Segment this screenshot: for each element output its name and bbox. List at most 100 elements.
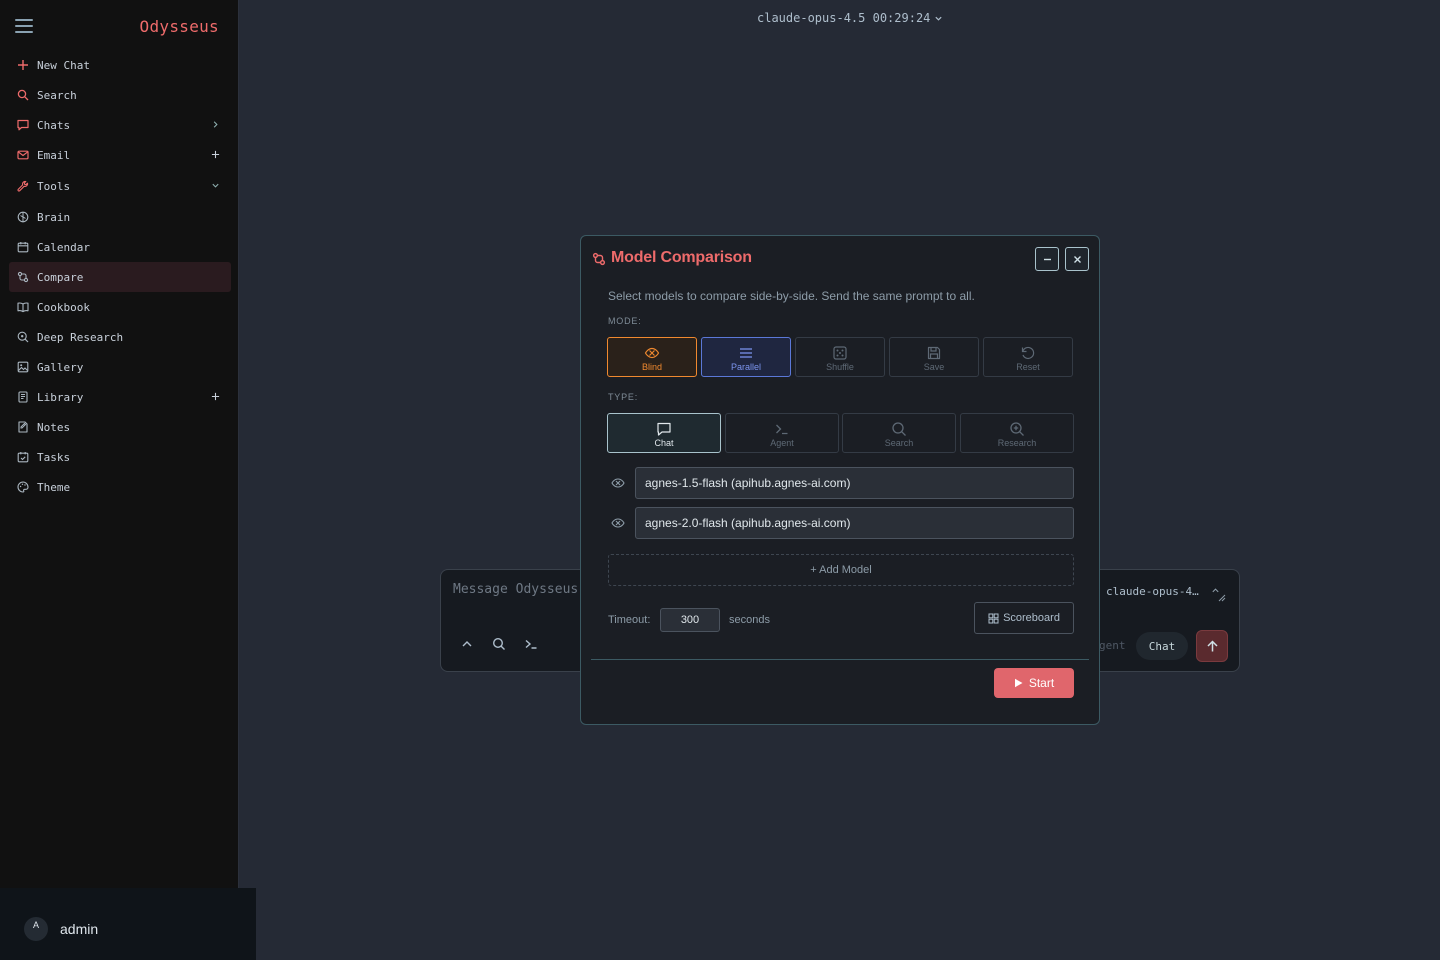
search-icon [892, 422, 906, 436]
minus-icon [1043, 258, 1051, 260]
sidebar-item-label: Deep Research [37, 330, 124, 344]
minimize-button[interactable] [1035, 247, 1059, 271]
grid-icon [988, 613, 999, 623]
username[interactable]: admin [60, 921, 98, 937]
wrench-icon [16, 179, 30, 193]
sidebar-item-deep-research[interactable]: Deep Research [9, 322, 231, 352]
type-agent-button[interactable]: Agent [725, 413, 839, 453]
mode-shuffle-button[interactable]: Shuffle [795, 337, 885, 377]
scoreboard-button[interactable]: Scoreboard [974, 602, 1074, 634]
save-icon [927, 346, 941, 360]
plus-icon [16, 58, 30, 72]
resize-handle-icon[interactable] [1218, 594, 1226, 602]
close-icon [1073, 255, 1081, 263]
brain-icon [16, 210, 30, 224]
sidebar-item-chats[interactable]: Chats [9, 110, 231, 140]
eye-off-icon [644, 347, 660, 359]
model-2-input[interactable] [635, 507, 1074, 539]
arrow-up-icon [1206, 639, 1218, 651]
search-icon [16, 88, 30, 102]
sidebar-item-label: Chats [37, 118, 71, 132]
library-icon [16, 390, 30, 404]
compare-icon [592, 252, 606, 266]
sidebar-item-calendar[interactable]: Calendar [9, 232, 231, 262]
calendar-icon [16, 240, 30, 254]
message-input[interactable]: Message Odysseus [453, 582, 578, 597]
chevron-right-icon[interactable] [210, 118, 220, 130]
type-label: TYPE: [608, 392, 639, 402]
chat-icon [657, 422, 671, 436]
chevron-down-icon[interactable] [210, 179, 220, 191]
sidebar-item-brain[interactable]: Brain [9, 202, 231, 232]
sidebar-header: Odysseus [0, 0, 239, 54]
dialog-description: Select models to compare side-by-side. S… [608, 289, 975, 303]
sidebar-item-label: Notes [37, 420, 71, 434]
play-icon [1014, 678, 1023, 688]
model-selector-label: claude-opus-4.5 00:29:24 [757, 11, 931, 25]
eye-off-icon[interactable] [611, 476, 625, 490]
mail-icon [16, 148, 30, 162]
sidebar-item-tasks[interactable]: Tasks [9, 442, 231, 472]
timeout-input[interactable] [660, 608, 720, 632]
sidebar-item-label: Tasks [37, 450, 71, 464]
composer-model-selector[interactable]: claude-opus-4… [1106, 585, 1199, 598]
expand-button[interactable] [459, 636, 475, 652]
terminal-icon [776, 424, 788, 435]
sidebar-item-label: Cookbook [37, 300, 90, 314]
start-label: Start [1028, 676, 1055, 690]
mode-agent-option[interactable]: gent [1099, 639, 1126, 652]
model-selector[interactable]: claude-opus-4.5 00:29:24 [757, 11, 943, 25]
sidebar-item-label: Library [37, 390, 84, 404]
sidebar-item-tools[interactable]: Tools [9, 171, 231, 201]
dice-icon [833, 346, 847, 360]
seconds-label: seconds [729, 614, 770, 626]
type-chat-button[interactable]: Chat [607, 413, 721, 453]
sidebar-item-theme[interactable]: Theme [9, 472, 231, 502]
search-icon [492, 637, 505, 650]
type-label-text: Research [997, 438, 1037, 448]
sidebar-item-gallery[interactable]: Gallery [9, 352, 231, 382]
mode-label-text: Save [923, 362, 945, 372]
type-label-text: Chat [654, 438, 674, 448]
avatar[interactable]: A [24, 917, 48, 941]
send-button[interactable] [1196, 630, 1228, 662]
mode-parallel-button[interactable]: Parallel [701, 337, 791, 377]
sidebar-item-notes[interactable]: Notes [9, 412, 231, 442]
sidebar-item-new-chat[interactable]: New Chat [9, 50, 231, 80]
plus-icon[interactable] [210, 390, 220, 402]
brand-title: Odysseus [139, 17, 219, 36]
type-research-button[interactable]: Research [960, 413, 1074, 453]
palette-icon [16, 480, 30, 494]
mode-label-text: Parallel [730, 362, 761, 372]
mode-save-button[interactable]: Save [889, 337, 979, 377]
sidebar-item-compare[interactable]: Compare [9, 262, 231, 292]
sidebar-item-label: Search [37, 88, 77, 102]
mode-chat-option[interactable]: Chat [1136, 632, 1188, 660]
sidebar-item-label: Compare [37, 270, 84, 284]
sidebar-item-label: Gallery [37, 360, 84, 374]
chat-icon [16, 118, 30, 132]
divider [591, 659, 1089, 660]
sidebar-item-search[interactable]: Search [9, 80, 231, 110]
add-model-button[interactable]: + Add Model [608, 554, 1074, 586]
model-1-input[interactable] [635, 467, 1074, 499]
sidebar-item-email[interactable]: Email [9, 140, 231, 170]
sidebar-item-cookbook[interactable]: Cookbook [9, 292, 231, 322]
terminal-button[interactable] [523, 636, 539, 652]
plus-icon[interactable] [210, 148, 220, 160]
tasks-icon [16, 450, 30, 464]
research-icon [1010, 422, 1024, 436]
start-button[interactable]: Start [994, 668, 1074, 698]
mode-reset-button[interactable]: Reset [983, 337, 1073, 377]
search-button[interactable] [491, 636, 507, 652]
mode-blind-button[interactable]: Blind [607, 337, 697, 377]
close-button[interactable] [1065, 247, 1089, 271]
type-search-button[interactable]: Search [842, 413, 956, 453]
parallel-lines-icon [740, 348, 752, 358]
notes-icon [16, 420, 30, 434]
sidebar-item-library[interactable]: Library [9, 382, 231, 412]
menu-icon[interactable] [15, 19, 33, 35]
eye-off-icon[interactable] [611, 516, 625, 530]
dialog-title: Model Comparison [611, 249, 752, 266]
mode-label-text: Blind [641, 362, 662, 372]
